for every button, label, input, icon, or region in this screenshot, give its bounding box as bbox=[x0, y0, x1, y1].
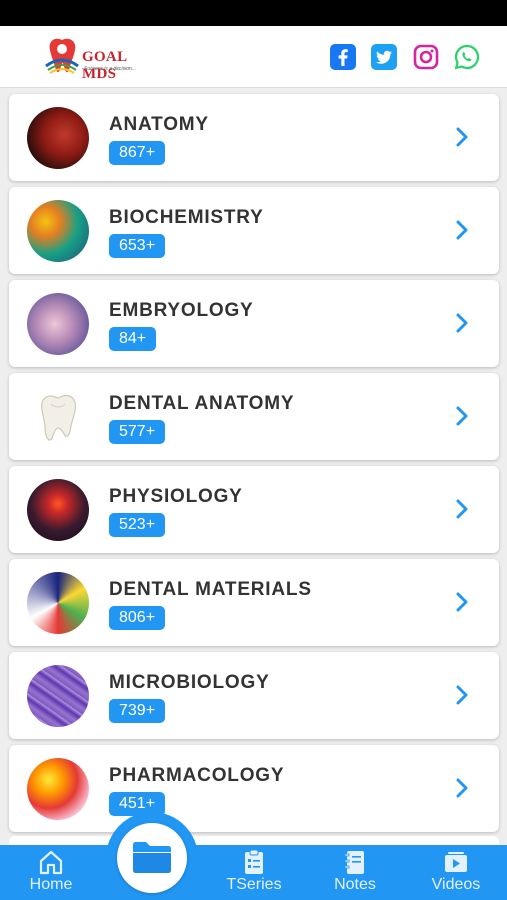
subject-title: MICROBIOLOGY bbox=[109, 672, 270, 693]
notebook-icon bbox=[344, 851, 364, 874]
nav-tseries-label: TSeries bbox=[226, 876, 282, 893]
subject-card-microbiology[interactable]: MICROBIOLOGY 739+ bbox=[9, 652, 499, 739]
nav-videos[interactable]: Videos bbox=[420, 845, 492, 900]
subject-card-dental-materials[interactable]: DENTAL MATERIALS 806+ bbox=[9, 559, 499, 646]
subject-title: ANATOMY bbox=[109, 114, 209, 135]
goal-mds-logo[interactable]: GOAL MDS Success is a decision... bbox=[44, 36, 164, 82]
chevron-right-icon[interactable] bbox=[454, 777, 470, 799]
subject-card-pharmacology[interactable]: PHARMACOLOGY 451+ bbox=[9, 745, 499, 832]
subject-card-dental-anatomy[interactable]: DENTAL ANATOMY 577+ bbox=[9, 373, 499, 460]
nav-home-label: Home bbox=[29, 876, 73, 893]
nav-home[interactable]: Home bbox=[14, 845, 88, 900]
dental-materials-thumbnail bbox=[27, 572, 89, 634]
facebook-icon[interactable] bbox=[330, 44, 356, 70]
whatsapp-icon[interactable] bbox=[454, 44, 480, 70]
question-count-badge: 577+ bbox=[109, 420, 166, 444]
chevron-right-icon[interactable] bbox=[454, 498, 470, 520]
folder-icon bbox=[133, 842, 171, 873]
bottom-navigation: Home TSeries Notes Videos bbox=[0, 845, 507, 900]
embryology-thumbnail bbox=[27, 293, 89, 355]
chevron-right-icon[interactable] bbox=[454, 684, 470, 706]
chevron-right-icon[interactable] bbox=[454, 591, 470, 613]
app-header: GOAL MDS Success is a decision... bbox=[0, 26, 507, 88]
microbiology-thumbnail bbox=[27, 665, 89, 727]
chevron-right-icon[interactable] bbox=[454, 126, 470, 148]
subject-card-embryology[interactable]: EMBRYOLOGY 84+ bbox=[9, 280, 499, 367]
chevron-right-icon[interactable] bbox=[454, 219, 470, 241]
biochemistry-thumbnail bbox=[27, 200, 89, 262]
pharmacology-thumbnail bbox=[27, 758, 89, 820]
question-count-badge: 867+ bbox=[109, 141, 166, 165]
subject-title: BIOCHEMISTRY bbox=[109, 207, 264, 228]
subject-card-physiology[interactable]: PHYSIOLOGY 523+ bbox=[9, 466, 499, 553]
subject-title: DENTAL MATERIALS bbox=[109, 579, 312, 600]
folder-fab-button[interactable] bbox=[117, 823, 187, 893]
subject-title: EMBRYOLOGY bbox=[109, 300, 254, 321]
question-count-badge: 806+ bbox=[109, 606, 166, 630]
brand-tagline: Success is a decision... bbox=[84, 66, 136, 72]
subject-card-biochemistry[interactable]: BIOCHEMISTRY 653+ bbox=[9, 187, 499, 274]
status-bar bbox=[0, 0, 507, 26]
physiology-thumbnail bbox=[27, 479, 89, 541]
question-count-badge: 84+ bbox=[109, 327, 157, 351]
question-count-badge: 523+ bbox=[109, 513, 166, 537]
question-count-badge: 739+ bbox=[109, 699, 166, 723]
instagram-icon[interactable] bbox=[413, 44, 439, 70]
anatomy-thumbnail bbox=[27, 107, 89, 169]
home-icon bbox=[39, 850, 63, 875]
twitter-icon[interactable] bbox=[371, 44, 397, 70]
dental-anatomy-thumbnail bbox=[27, 386, 89, 448]
subject-title: DENTAL ANATOMY bbox=[109, 393, 295, 414]
clipboard-icon bbox=[245, 849, 263, 874]
video-icon bbox=[445, 852, 467, 872]
chevron-right-icon[interactable] bbox=[454, 312, 470, 334]
chevron-right-icon[interactable] bbox=[454, 405, 470, 427]
tooth-logo-icon bbox=[45, 38, 79, 74]
nav-videos-label: Videos bbox=[431, 876, 481, 893]
subject-list: ANATOMY 867+ BIOCHEMISTRY 653+ EMBRYOLOG… bbox=[9, 94, 499, 838]
nav-notes-label: Notes bbox=[334, 876, 376, 893]
question-count-badge: 653+ bbox=[109, 234, 166, 258]
nav-tseries[interactable]: TSeries bbox=[214, 845, 294, 900]
subject-title: PHYSIOLOGY bbox=[109, 486, 243, 507]
subject-title: PHARMACOLOGY bbox=[109, 765, 285, 786]
nav-notes[interactable]: Notes bbox=[320, 845, 390, 900]
subject-card-anatomy[interactable]: ANATOMY 867+ bbox=[9, 94, 499, 181]
